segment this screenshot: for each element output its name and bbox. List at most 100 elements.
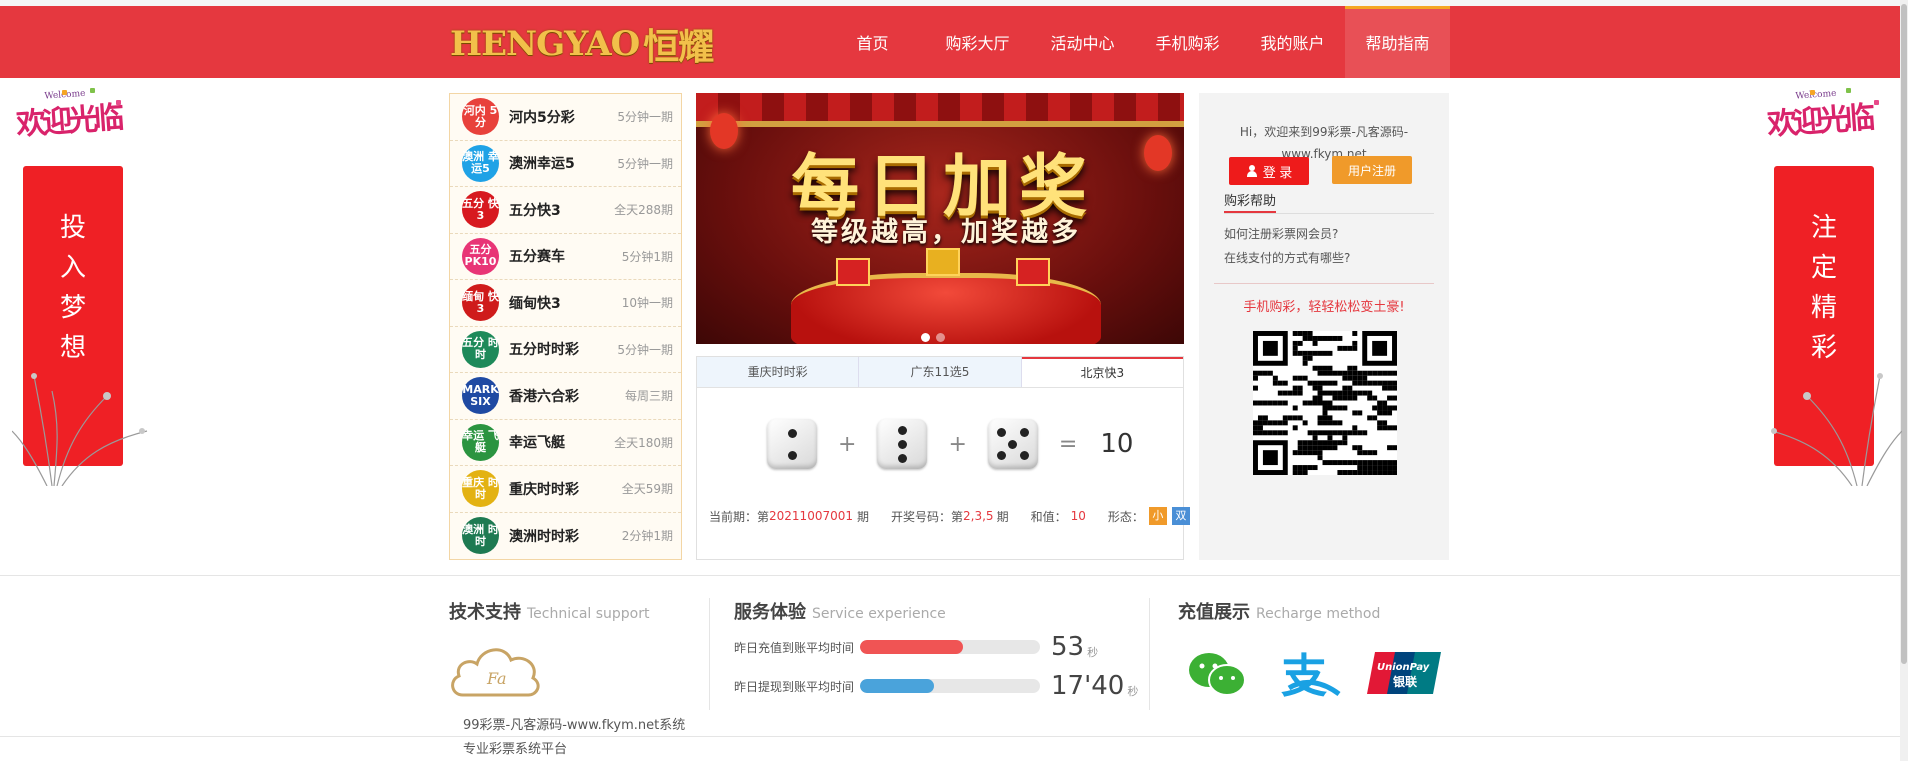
lottery-frequency: 每周三期 (624, 389, 673, 404)
die-pip (897, 439, 907, 449)
alipay-icon[interactable]: 支 (1275, 648, 1343, 698)
service-unit: 秒 (1087, 646, 1099, 659)
nav-lottery-hall[interactable]: 购彩大厅 (925, 6, 1030, 78)
lottery-logo-icon: 五分 快3 (462, 191, 499, 229)
shape-tag-small: 小 (1148, 507, 1167, 525)
die-icon (987, 419, 1038, 469)
nav-activity-center[interactable]: 活动中心 (1030, 6, 1135, 78)
tab-cqssc[interactable]: 重庆时时彩 (697, 357, 860, 387)
lottery-frequency: 全天180期 (614, 435, 673, 450)
help-title: 购彩帮助 (1224, 190, 1277, 213)
tech-support-title: 技术支持 Technical support (449, 598, 650, 624)
dice-sum: 10 (1100, 429, 1134, 459)
tab-bjk3[interactable]: 北京快3 (1021, 357, 1183, 387)
lottery-item[interactable]: 五分 时时 五分时时彩 5分钟一期 (450, 327, 681, 373)
cloud-logo-icon: Fa (451, 648, 540, 697)
die-pip (996, 451, 1006, 460)
right-side-banner[interactable]: Welcome 欢迎光临 注 定 精 彩 (1762, 86, 1902, 486)
slogan-char: 精 (1810, 293, 1837, 323)
slogan-char: 定 (1810, 253, 1837, 283)
die-pip (1019, 428, 1029, 437)
confetti-decoration (116, 100, 121, 105)
lottery-item[interactable]: 五分 PK10 五分赛车 5分钟1期 (450, 234, 681, 280)
logo-cn: 恒耀 (643, 26, 714, 68)
welcome-sign: Welcome 欢迎光临 (1766, 89, 1873, 143)
left-side-banner[interactable]: Welcome 欢迎光临 投 入 梦 想 (12, 86, 152, 486)
service-title-cn: 服务体验 (734, 602, 806, 623)
lottery-frequency: 5分钟一期 (617, 156, 673, 171)
draw-results-panel: 重庆时时彩 广东11选5 北京快3 + + = 10 当前期：第 2021100… (696, 356, 1190, 560)
unionpay-text: UnionPay (1377, 662, 1430, 673)
lantern-icon (710, 113, 738, 149)
nav-home[interactable]: 首页 (820, 6, 925, 78)
carousel-dot[interactable] (936, 333, 945, 342)
nav-mobile-lottery[interactable]: 手机购彩 (1135, 6, 1240, 78)
lottery-logo-icon: 澳洲 幸运5 (462, 144, 499, 182)
cloud-logo-text: Fa (486, 669, 507, 688)
slogan-char: 入 (59, 253, 86, 283)
lottery-name: 幸运飞艇 (509, 435, 565, 452)
lottery-item[interactable]: 澳洲 幸运5 澳洲幸运5 5分钟一期 (450, 141, 681, 187)
lottery-item[interactable]: 河内 5分 河内5分彩 5分钟一期 (450, 94, 681, 141)
orchid-decoration-icon (1771, 373, 1902, 486)
die-pip (1008, 439, 1018, 449)
nav-my-account[interactable]: 我的账户 (1240, 6, 1345, 78)
unionpay-icon[interactable]: UnionPay 银联 (1367, 648, 1441, 698)
help-link-register[interactable]: 如何注册彩票网会员? (1224, 225, 1338, 242)
lottery-item[interactable]: 幸运 飞艇 幸运飞艇 全天180期 (450, 420, 681, 466)
site-logo[interactable]: HENGYAO 恒耀 (450, 22, 714, 68)
service-unit: 秒 (1127, 685, 1139, 698)
service-row-withdraw: 昨日提现到账平均时间 17'40 秒 (734, 671, 1138, 701)
recharge-title-cn: 充值展示 (1178, 602, 1250, 623)
sum-label: 和值： (1030, 509, 1067, 524)
progress-fill (860, 640, 963, 654)
lottery-item[interactable]: MARK SIX 香港六合彩 每周三期 (450, 373, 681, 420)
column-divider (1149, 598, 1150, 710)
gift-icon (926, 248, 960, 276)
qr-code-icon (1253, 331, 1397, 475)
tab-gd11x5[interactable]: 广东11选5 (859, 357, 1022, 387)
wechat-pay-icon[interactable] (1185, 648, 1249, 698)
lottery-logo-icon: 幸运 飞艇 (462, 423, 499, 461)
lottery-logo-icon: 河内 5分 (462, 98, 499, 136)
lottery-name: 重庆时时彩 (509, 481, 579, 498)
service-title-en: Service experience (812, 606, 946, 622)
gift-icon (836, 258, 870, 286)
die-icon (767, 419, 817, 469)
progress-bar (860, 679, 1040, 693)
lottery-item[interactable]: 重庆 时时 重庆时时彩 全天59期 (450, 466, 681, 513)
logo-text: HENGYAO (450, 24, 640, 64)
curtain-decoration (696, 93, 1184, 127)
lottery-item[interactable]: 五分 快3 五分快3 全天288期 (450, 187, 681, 234)
lottery-name: 河内5分彩 (509, 109, 575, 126)
service-value: 17'40 (1051, 671, 1125, 701)
promo-carousel[interactable]: 每日加奖 等级越高，加奖越多 (696, 93, 1184, 344)
help-link-payment[interactable]: 在线支付的方式有哪些? (1224, 249, 1350, 266)
register-button[interactable]: 用户注册 (1332, 156, 1412, 184)
login-label: 登 录 (1262, 164, 1293, 180)
confetti-decoration (62, 90, 67, 95)
lottery-item[interactable]: 缅甸 快3 缅甸快3 10钟一期 (450, 280, 681, 327)
dice-row: + + = 10 (767, 419, 1133, 469)
slogan-char: 注 (1810, 213, 1837, 243)
lottery-name: 五分赛车 (509, 249, 565, 266)
tech-line: 99彩票-凡客源码-www.fkym.net系统 (463, 718, 686, 733)
recharge-title: 充值展示 Recharge method (1178, 598, 1380, 624)
lottery-name: 缅甸快3 (509, 295, 561, 312)
tech-title-en: Technical support (527, 606, 650, 622)
welcome-text: 欢迎光临 (15, 100, 122, 143)
lottery-frequency: 5分钟一期 (617, 110, 673, 125)
footer-bottom-border (0, 736, 1900, 737)
login-button[interactable]: 登 录 (1229, 157, 1309, 185)
divider (1214, 283, 1434, 284)
sum-value: 10 (1070, 509, 1086, 523)
footer-divider (0, 575, 1900, 576)
numbers-label: 开奖号码：第 (891, 509, 964, 524)
lottery-item[interactable]: 澳洲 时时 澳洲时时彩 2分钟1期 (450, 513, 681, 560)
nav-help-guide[interactable]: 帮助指南 (1345, 6, 1450, 78)
service-label: 昨日充值到账平均时间 (734, 640, 855, 655)
lottery-frequency: 10钟一期 (621, 296, 673, 311)
carousel-dot[interactable] (921, 333, 930, 342)
confetti-decoration (90, 88, 95, 93)
equals-sign: = (1058, 431, 1078, 457)
